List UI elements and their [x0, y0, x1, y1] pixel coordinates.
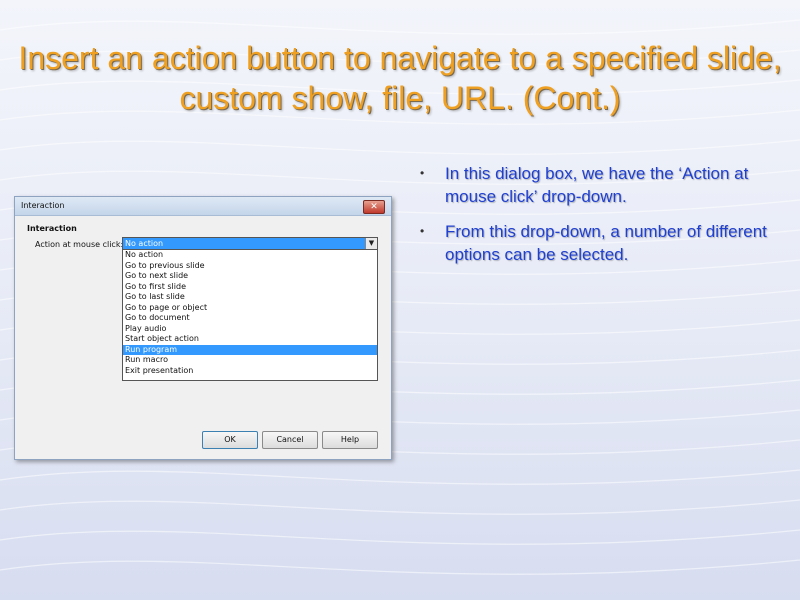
dropdown-option[interactable]: Go to page or object: [123, 303, 377, 314]
dropdown-option[interactable]: Go to next slide: [123, 271, 377, 282]
dropdown-option[interactable]: Go to last slide: [123, 292, 377, 303]
close-icon[interactable]: ✕: [363, 200, 385, 214]
bullet-item: • From this drop-down, a number of diffe…: [418, 220, 788, 266]
dropdown-option[interactable]: Exit presentation: [123, 366, 377, 377]
interaction-dialog: Interaction ✕ Interaction Action at mous…: [14, 196, 392, 460]
bullet-item: • In this dialog box, we have the ‘Actio…: [418, 162, 788, 208]
action-field-label: Action at mouse click:: [35, 240, 124, 249]
bullet-icon: •: [420, 224, 425, 238]
dropdown-option[interactable]: Run macro: [123, 355, 377, 366]
action-dropdown-value: No action: [125, 239, 164, 248]
chevron-down-icon[interactable]: ▼: [365, 238, 377, 249]
section-heading: Interaction: [27, 224, 77, 233]
bullet-text: From this drop-down, a number of differe…: [445, 222, 767, 264]
bullet-text: In this dialog box, we have the ‘Action …: [445, 164, 749, 206]
slide-title: Insert an action button to navigate to a…: [18, 40, 782, 116]
dropdown-option[interactable]: Run program: [123, 344, 377, 355]
dialog-titlebar[interactable]: Interaction ✕: [15, 197, 391, 216]
help-button[interactable]: Help: [322, 431, 378, 449]
action-options-list: No action Go to previous slide Go to next …: [122, 249, 378, 381]
bullet-icon: •: [420, 166, 425, 180]
dialog-title: Interaction: [21, 201, 65, 210]
dropdown-option[interactable]: No action: [123, 250, 377, 261]
dropdown-option[interactable]: Go to first slide: [123, 282, 377, 293]
dropdown-option[interactable]: Go to document: [123, 313, 377, 324]
cancel-button[interactable]: Cancel: [262, 431, 318, 449]
dropdown-option[interactable]: Play audio: [123, 324, 377, 335]
bullet-list: • In this dialog box, we have the ‘Actio…: [418, 162, 788, 278]
ok-button[interactable]: OK: [202, 431, 258, 449]
dropdown-option[interactable]: Start object action: [123, 334, 377, 345]
dropdown-option[interactable]: Go to previous slide: [123, 261, 377, 272]
